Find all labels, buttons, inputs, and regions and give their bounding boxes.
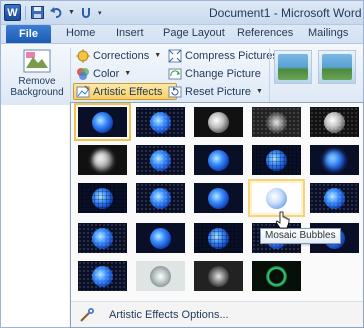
picture-style-thumbnail[interactable] [318, 50, 356, 84]
effect-thumbnail[interactable] [134, 181, 187, 215]
chevron-down-icon: ▼ [154, 52, 162, 59]
remove-background-label-1: Remove [18, 76, 56, 87]
color-icon [77, 67, 89, 80]
change-picture-label: Change Picture [185, 67, 261, 80]
artistic-effects-gallery: Artistic Effects Options... [70, 102, 364, 328]
reset-picture-button[interactable]: Reset Picture ▼ [166, 83, 265, 100]
tab-mailings[interactable]: Mailings [308, 27, 348, 39]
title-bar: W ▼ ▾ Document1 - Microsoft Word [1, 1, 363, 25]
customize-toolbar-icon[interactable]: ▾ [98, 9, 102, 17]
redo-icon[interactable] [79, 5, 94, 20]
effect-thumbnail[interactable] [308, 143, 361, 177]
undo-icon[interactable] [49, 5, 64, 20]
undo-dropdown-icon[interactable]: ▼ [68, 9, 75, 16]
effect-thumbnail[interactable] [308, 105, 361, 139]
ribbon-panel: Remove Background Corrections ▼ Color ▼ … [1, 43, 363, 105]
reset-picture-label: Reset Picture [185, 85, 252, 98]
window-title: Document1 - Microsoft Word [209, 6, 362, 20]
tab-page-layout[interactable]: Page Layout [163, 27, 225, 39]
effect-thumbnail[interactable] [134, 105, 187, 139]
effect-tooltip: Mosaic Bubbles [260, 228, 341, 244]
effect-thumbnail-none[interactable] [74, 103, 131, 141]
chevron-down-icon: ▼ [256, 88, 263, 95]
effect-thumbnail[interactable] [134, 259, 187, 293]
color-button[interactable]: Color ▼ [74, 65, 133, 82]
remove-background-label-2: Background [10, 87, 64, 98]
effect-thumbnail[interactable] [134, 221, 187, 255]
effect-thumbnail[interactable] [134, 143, 187, 177]
artistic-effects-label: Artistic Effects [93, 85, 163, 98]
tab-home[interactable]: Home [66, 27, 95, 39]
tab-references[interactable]: References [237, 27, 293, 39]
effect-thumbnail[interactable] [76, 143, 129, 177]
toolbar-divider [25, 5, 26, 20]
word-window: W ▼ ▾ Document1 - Microsoft Word File Ho… [0, 0, 364, 328]
effect-thumbnail[interactable] [192, 259, 245, 293]
picture-style-thumbnail[interactable] [274, 50, 312, 84]
group-divider [70, 48, 71, 102]
artistic-effects-icon [76, 84, 90, 97]
artistic-effects-button[interactable]: Artistic Effects ▼ [73, 83, 178, 100]
effect-thumbnail[interactable] [76, 259, 129, 293]
quick-access-toolbar: W ▼ ▾ [4, 4, 101, 21]
artistic-effects-options-item[interactable]: Artistic Effects Options... [71, 301, 363, 327]
tab-file[interactable]: File [6, 25, 51, 43]
picture-styles-gallery [274, 50, 363, 98]
ribbon-tabs: File Home Insert Page Layout References … [1, 25, 363, 43]
effect-thumbnail[interactable] [192, 221, 245, 255]
change-picture-button[interactable]: Change Picture [166, 65, 263, 82]
effect-thumbnail[interactable] [250, 259, 303, 293]
compress-pictures-icon [168, 49, 182, 62]
effect-thumbnail[interactable] [76, 221, 129, 255]
artistic-effects-options-label: Artistic Effects Options... [109, 308, 229, 321]
corrections-button[interactable]: Corrections ▼ [74, 47, 163, 64]
change-picture-icon [168, 68, 182, 79]
corrections-label: Corrections [93, 49, 150, 62]
effect-thumbnail[interactable] [76, 181, 129, 215]
remove-background-button[interactable]: Remove Background [7, 48, 67, 104]
effect-thumbnail[interactable] [192, 105, 245, 139]
word-app-icon[interactable]: W [4, 4, 21, 21]
color-label: Color [93, 67, 120, 80]
tab-insert[interactable]: Insert [116, 27, 144, 39]
remove-background-icon [22, 48, 52, 74]
artistic-effects-options-icon [80, 307, 94, 322]
save-icon[interactable] [30, 5, 45, 20]
compress-pictures-button[interactable]: Compress Pictures [166, 47, 280, 64]
effect-thumbnail[interactable] [250, 105, 303, 139]
mouse-pointer-icon [276, 211, 290, 229]
effect-thumbnail-mosaic-bubbles[interactable] [248, 179, 305, 217]
reset-picture-icon [168, 86, 182, 97]
group-divider [269, 48, 270, 102]
chevron-down-icon: ▼ [124, 70, 132, 77]
corrections-icon [76, 48, 90, 63]
compress-pictures-label: Compress Pictures [185, 49, 278, 62]
effect-thumbnail[interactable] [250, 143, 303, 177]
effect-thumbnail[interactable] [192, 143, 245, 177]
effect-thumbnail[interactable] [192, 181, 245, 215]
effect-thumbnail[interactable] [308, 181, 361, 215]
